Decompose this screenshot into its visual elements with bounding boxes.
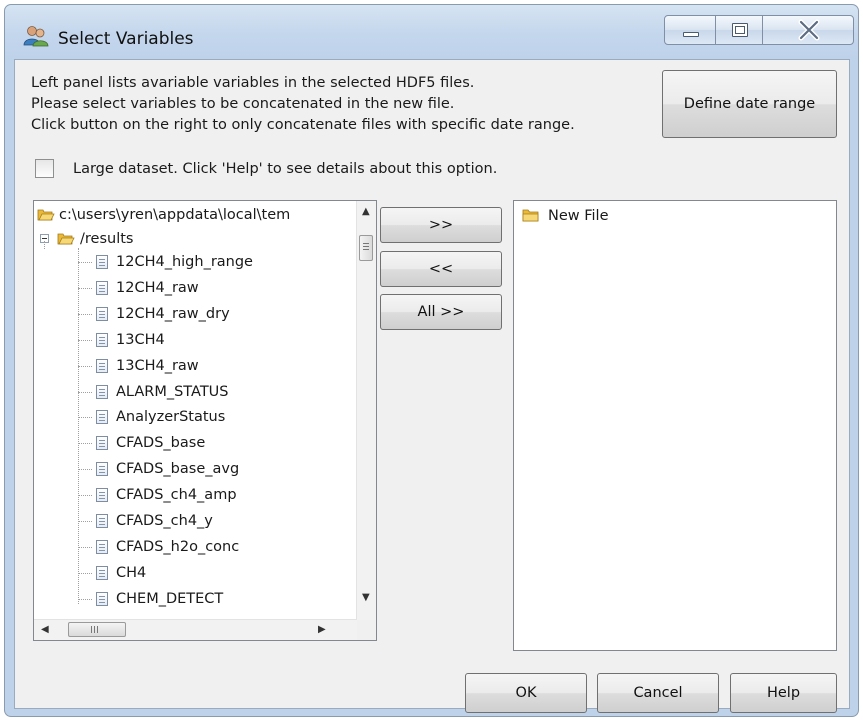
scroll-up-icon[interactable]: ▲ — [362, 207, 370, 217]
tree-item-label: CFADS_h2o_conc — [116, 538, 240, 555]
dialog-client-area: Left panel lists avariable variables in … — [14, 59, 850, 713]
instruction-line: Please select variables to be concatenat… — [31, 96, 455, 112]
document-icon — [96, 591, 108, 606]
scroll-right-icon[interactable]: ▶ — [318, 625, 326, 635]
tree-line — [78, 521, 92, 522]
document-icon — [96, 462, 108, 477]
tree-line — [78, 287, 92, 289]
maximize-icon — [732, 23, 748, 37]
document-icon — [96, 280, 108, 295]
new-file-label: New File — [548, 208, 609, 224]
tree-line — [78, 313, 92, 315]
large-dataset-label: Large dataset. Click 'Help' to see detai… — [73, 161, 498, 177]
tree-line — [78, 417, 92, 419]
tree-line — [44, 241, 45, 249]
tree-line — [78, 262, 92, 263]
tree-line — [78, 572, 92, 574]
document-icon — [96, 539, 108, 554]
close-button[interactable] — [762, 15, 854, 45]
close-icon — [797, 19, 821, 45]
tree-line — [78, 391, 92, 393]
scroll-thumb[interactable] — [68, 622, 126, 637]
document-icon — [96, 565, 108, 580]
scroll-down-icon[interactable]: ▼ — [362, 593, 370, 603]
tree-item-label: 12CH4_high_range — [116, 254, 253, 270]
cancel-button[interactable]: Cancel — [597, 673, 719, 713]
remove-button[interactable]: << — [380, 251, 502, 287]
variables-tree[interactable]: c:\users\yren\appdata\local\tem /results… — [33, 200, 377, 641]
tree-item-label: CFADS_base — [116, 435, 206, 452]
instruction-line: Click button on the right to only concat… — [31, 117, 575, 133]
tree-item-label: 12CH4_raw — [116, 279, 199, 296]
tree-item-label: ALARM_STATUS — [116, 383, 229, 400]
tree-line — [78, 598, 92, 600]
tree-item-label: AnalyzerStatus — [116, 409, 226, 426]
users-icon — [23, 25, 49, 47]
tree-line — [78, 469, 92, 471]
instructions: Left panel lists avariable variables in … — [31, 73, 575, 136]
tree-line — [78, 546, 92, 548]
tree-line — [78, 248, 79, 604]
instruction-line: Left panel lists avariable variables in … — [31, 75, 475, 91]
document-icon — [96, 436, 108, 451]
new-file-tree[interactable]: New File — [513, 200, 837, 651]
add-button[interactable]: >> — [380, 207, 502, 243]
document-icon — [96, 384, 108, 399]
folder-open-icon — [57, 231, 75, 253]
folder-open-icon — [37, 207, 55, 229]
maximize-button[interactable] — [715, 15, 763, 45]
title-bar[interactable]: Select Variables — [5, 5, 858, 59]
tree-group-label: /results — [80, 231, 134, 247]
tree-item-label: 12CH4_raw_dry — [116, 305, 230, 322]
folder-icon — [522, 208, 540, 230]
tree-line — [78, 443, 92, 445]
tree-line — [78, 365, 92, 367]
tree-root-label: c:\users\yren\appdata\local\tem — [59, 207, 291, 223]
tree-item-label: CHEM_DETECT — [116, 590, 224, 607]
tree-item-label: CH4 — [116, 564, 147, 581]
tree-line — [78, 495, 92, 497]
tree-item-label: CFADS_ch4_amp — [116, 487, 237, 504]
tree-item-label: CFADS_ch4_y — [116, 513, 213, 529]
minimize-button[interactable] — [664, 15, 716, 45]
document-icon — [96, 306, 108, 321]
help-button[interactable]: Help — [730, 673, 837, 713]
window-title: Select Variables — [58, 29, 194, 49]
tree-horizontal-scrollbar[interactable]: ◀ ▶ — [34, 619, 357, 640]
tree-item-label: CFADS_base_avg — [116, 461, 240, 478]
tree-item-label: 13CH4_raw — [116, 357, 199, 374]
ok-button[interactable]: OK — [465, 673, 587, 713]
large-dataset-checkbox[interactable] — [35, 159, 54, 178]
tree-item-label: 13CH4 — [116, 331, 165, 348]
document-icon — [96, 255, 108, 269]
tree-vertical-scrollbar[interactable]: ▲ ▼ — [356, 201, 376, 620]
scrollbar-corner — [357, 620, 376, 640]
dialog-window: Select Variables Left panel lists avaria… — [4, 4, 859, 717]
scroll-thumb[interactable] — [359, 235, 373, 261]
add-all-button[interactable]: All >> — [380, 294, 502, 330]
scroll-left-icon[interactable]: ◀ — [41, 625, 49, 635]
document-icon — [96, 358, 108, 373]
tree-line — [78, 339, 92, 341]
document-icon — [96, 410, 108, 425]
define-date-range-button[interactable]: Define date range — [662, 70, 837, 138]
document-icon — [96, 514, 108, 528]
document-icon — [96, 332, 108, 347]
document-icon — [96, 488, 108, 503]
minimize-icon — [683, 32, 699, 37]
